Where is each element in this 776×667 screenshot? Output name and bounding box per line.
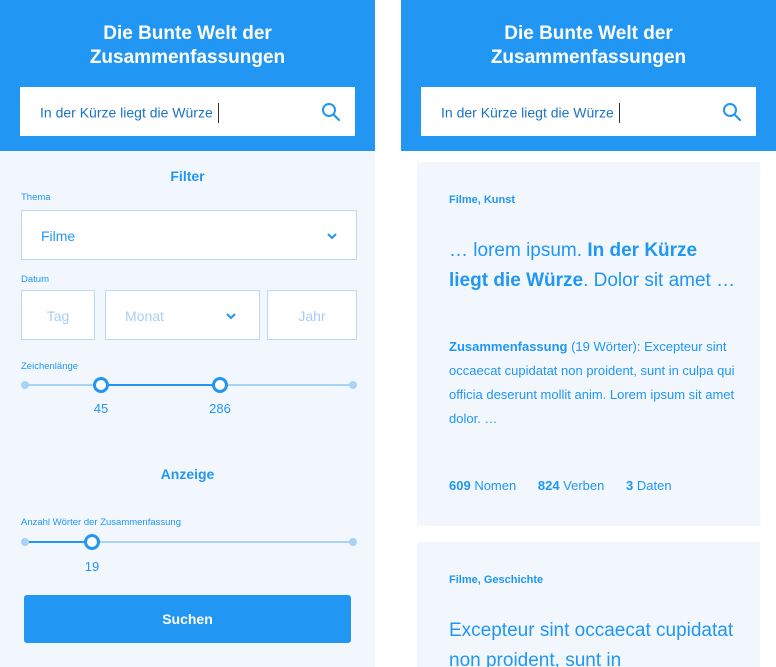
results-panel: Die Bunte Welt der Zusammenfassungen In … — [401, 0, 776, 667]
result-card[interactable]: Filme, Kunst … lorem ipsum. In der Kürze… — [417, 162, 760, 526]
text-cursor — [618, 103, 620, 123]
result-title[interactable]: … lorem ipsum. In der Kürze liegt die Wü… — [449, 236, 739, 296]
result-title[interactable]: Excepteur sint occaecat cupidatat non pr… — [449, 616, 739, 667]
filter-panel: Die Bunte Welt der Zusammenfassungen In … — [0, 0, 375, 667]
filter-title: Filter — [170, 168, 205, 184]
header: Die Bunte Welt der Zusammenfassungen In … — [401, 0, 776, 151]
result-tags: Filme, Kunst — [449, 194, 516, 206]
search-input[interactable]: In der Kürze liegt die Würze — [421, 87, 756, 136]
verbs-stat: 824 Verben — [537, 478, 605, 493]
header: Die Bunte Welt der Zusammenfassungen In … — [0, 0, 375, 151]
words-label: Anzahl Wörter der Zusammenfassung — [21, 517, 181, 528]
slider-active-range — [24, 541, 92, 543]
search-icon[interactable] — [321, 102, 341, 122]
slider-end-dot — [21, 381, 29, 389]
topic-value: Filme — [41, 228, 76, 244]
display-title: Anzeige — [160, 466, 215, 482]
topic-label: Thema — [21, 192, 51, 203]
search-icon[interactable] — [722, 102, 742, 122]
search-button[interactable]: Suchen — [24, 595, 351, 643]
month-placeholder: Monat — [125, 308, 164, 324]
result-stats: 609 Nomen 824 Verben 3 Daten — [449, 478, 690, 493]
search-value: In der Kürze liegt die Würze — [441, 104, 614, 121]
topic-select[interactable]: Filme — [21, 210, 357, 260]
length-label: Zeichenlänge — [21, 361, 79, 372]
search-value: In der Kürze liegt die Würze — [40, 104, 213, 121]
slider-handle-min[interactable] — [93, 377, 109, 393]
result-tags: Filme, Geschichte — [449, 574, 544, 586]
length-min-value: 45 — [93, 401, 109, 416]
month-select[interactable]: Monat — [105, 290, 260, 340]
date-label: Datum — [21, 274, 49, 285]
slider-end-dot — [21, 538, 29, 546]
day-placeholder: Tag — [46, 308, 70, 324]
search-input[interactable]: In der Kürze liegt die Würze — [20, 87, 355, 136]
nouns-stat: 609 Nomen — [449, 478, 517, 493]
day-input[interactable]: Tag — [21, 290, 95, 340]
result-card[interactable]: Filme, Geschichte Excepteur sint occaeca… — [417, 542, 760, 667]
year-input[interactable]: Jahr — [267, 290, 357, 340]
length-max-value: 286 — [209, 401, 231, 416]
chevron-down-icon — [226, 313, 236, 320]
slider-active-range — [101, 384, 220, 386]
dates-stat: 3 Daten — [626, 478, 672, 493]
result-summary: Zusammenfassung (19 Wörter): Excepteur s… — [449, 339, 735, 426]
app-title: Die Bunte Welt der Zusammenfassungen — [490, 23, 687, 68]
year-placeholder: Jahr — [298, 308, 326, 324]
slider-handle[interactable] — [84, 534, 100, 550]
slider-end-dot — [349, 381, 357, 389]
slider-end-dot — [349, 538, 357, 546]
words-value: 19 — [84, 559, 100, 574]
text-cursor — [217, 103, 219, 123]
chevron-down-icon — [327, 233, 337, 240]
app-title: Die Bunte Welt der Zusammenfassungen — [89, 23, 286, 68]
slider-handle-max[interactable] — [212, 377, 228, 393]
